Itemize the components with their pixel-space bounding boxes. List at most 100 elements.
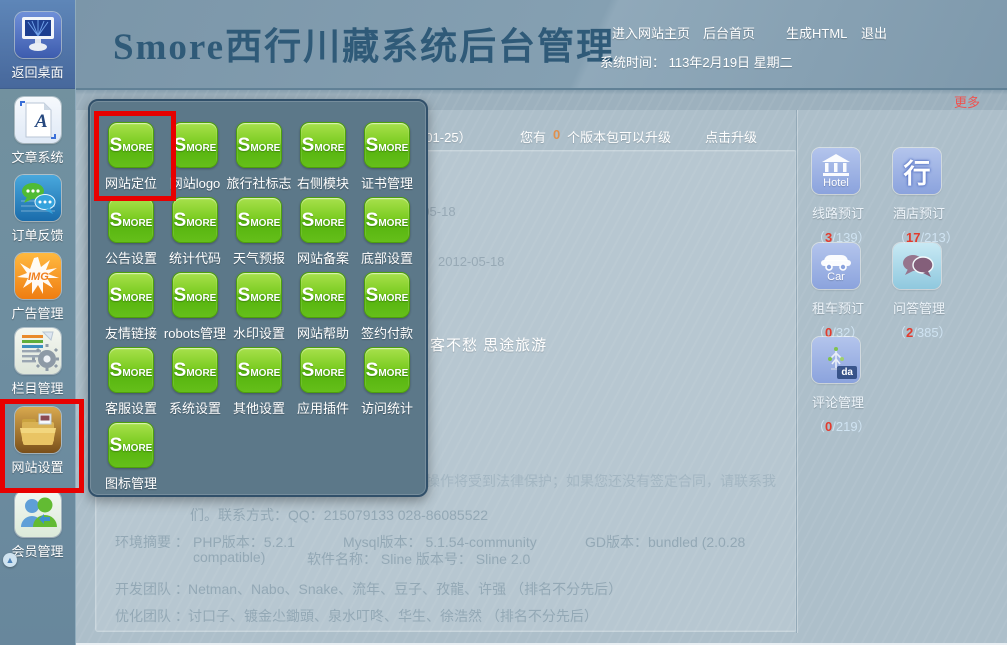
sidebar-item-site-settings[interactable]: 网站设置 [0, 407, 75, 476]
popup-tile-footer-settings[interactable]: SMORE 底部设置 [355, 197, 419, 272]
sidebar-collapse-button[interactable]: ▲ [3, 553, 17, 567]
right-panel-item-hotel-booking[interactable]: 行 酒店预订 （17/213） [893, 148, 973, 246]
count-total: /385） [913, 325, 951, 340]
smore-tile-icon: SMORE [172, 272, 218, 318]
upgrade-link[interactable]: 点击升级 [705, 127, 757, 146]
more-link[interactable]: 更多 [954, 92, 980, 111]
nav-backend-home[interactable]: 后台首页 [703, 23, 755, 42]
smore-tile-icon: SMORE [364, 197, 410, 243]
smore-brand-text: SMORE [366, 136, 409, 155]
popup-tile-stats-code[interactable]: SMORE统计代码 [163, 197, 227, 272]
car-icon: Car [812, 243, 860, 289]
sidebar-item-ads-management[interactable]: IMG 广告管理 [0, 253, 75, 322]
popup-tile-certificate-management[interactable]: SMORE 证书管理 [355, 122, 419, 197]
popup-tile-label: 系统设置 [169, 398, 221, 417]
sidebar-item-member-management[interactable]: 会员管理 [0, 491, 75, 560]
smore-brand-text: SMORE [110, 361, 153, 380]
system-time: 系统时间： 113年2月19日 星期二 [600, 52, 793, 71]
smore-brand-text: SMORE [366, 211, 409, 230]
sidebar-item-label: 返回桌面 [0, 62, 75, 81]
dev-team-names: Netman、Nabo、Snake、流年、豆子、孜龍、许强 （排名不分先后） [188, 579, 622, 599]
smore-tile-icon: SMORE [236, 347, 282, 393]
right-panel-item-route-booking[interactable]: Hotel 线路预订 （3/139） [812, 148, 892, 246]
smore-tile-icon: SMORE [300, 122, 346, 168]
popup-tile-label: 网站定位 [105, 173, 157, 192]
content-right-divider [797, 110, 798, 633]
legal-text-fragment: 的操作将受到法律保护；如果您还没有签定合同，请联系我 [412, 471, 776, 491]
popup-tile-site-help[interactable]: SMORE网站帮助 [291, 272, 355, 347]
smore-tile-icon: SMORE [172, 347, 218, 393]
popup-tile-site-logo[interactable]: SMORE网站logo [163, 122, 227, 197]
nav-logout[interactable]: 退出 [861, 23, 887, 42]
popup-tile-robots-management[interactable]: SMORErobots管理 [163, 272, 227, 347]
popup-tile-announcement-settings[interactable]: SMORE公告设置 [99, 197, 163, 272]
sidebar-item-article-system[interactable]: A 文章系统 [0, 97, 75, 166]
popup-tile-site-positioning[interactable]: SMORE网站定位 [99, 122, 163, 197]
smore-tile-icon: SMORE [108, 422, 154, 468]
sidebar-item-column-management[interactable]: 栏目管理 [0, 328, 75, 397]
right-panel-count: （2/385） [893, 322, 973, 341]
opt-team-label: 优化团队 ： [115, 606, 189, 626]
upgrade-text-suffix: 个版本包可以升级 [567, 127, 671, 146]
sidebar-item-order-feedback[interactable]: 订单反馈 [0, 175, 75, 244]
sidebar-item-label: 网站设置 [0, 457, 75, 476]
article-document-icon: A [15, 97, 61, 143]
opt-team-names: 讨口子、镀金尐鋤頭、泉水叮咚、华生、徐浩然 （排名不分先后） [188, 606, 598, 626]
nav-enter-site-home[interactable]: 进入网站主页 [612, 23, 690, 42]
smore-tile-icon: SMORE [172, 197, 218, 243]
popup-tile-customer-service-settings[interactable]: SMORE客服设置 [99, 347, 163, 422]
smore-tile-icon: SMORE [172, 122, 218, 168]
popup-tile-visit-stats[interactable]: SMORE访问统计 [355, 347, 419, 422]
right-panel-item-comment-management[interactable]: da 评论管理 （0/219） [812, 337, 892, 435]
popup-tile-other-settings[interactable]: SMORE其他设置 [227, 347, 291, 422]
popup-tile-app-plugins[interactable]: SMORE 应用插件 [291, 347, 355, 422]
smore-brand-text: SMORE [174, 286, 217, 305]
right-panel-label: 问答管理 [893, 298, 973, 317]
right-panel-item-qa-management[interactable]: 问答管理 （2/385） [893, 243, 973, 341]
collapse-arrow-icon: ▲ [6, 555, 15, 565]
popup-tile-label: 天气预报 [233, 248, 285, 267]
upgrade-count: 0 [553, 127, 560, 142]
smore-tile-icon: SMORE [300, 347, 346, 393]
folder-icon [15, 407, 61, 453]
smore-brand-text: SMORE [302, 136, 345, 155]
popup-tile-watermark-settings[interactable]: SMORE 水印设置 [227, 272, 291, 347]
smore-brand-text: SMORE [110, 436, 153, 455]
header: Smore西行川藏系统后台管理 进入网站主页 后台首页 生成HTML 退出 系统… [75, 0, 1007, 90]
smore-brand-text: SMORE [302, 286, 345, 305]
smore-brand-text: SMORE [238, 361, 281, 380]
count-open: （ [893, 325, 906, 340]
right-panel-item-car-rental[interactable]: Car 租车预订 （0/32） [812, 243, 892, 341]
popup-tile-label: 证书管理 [361, 173, 413, 192]
site-settings-popup: SMORE网站定位 SMORE网站logo SMORE旅行社标志 SMORE右侧… [88, 99, 428, 497]
smore-tile-icon: SMORE [364, 272, 410, 318]
smore-tile-icon: SMORE [300, 197, 346, 243]
sidebar-item-label: 广告管理 [0, 303, 75, 322]
popup-tile-travel-agency-mark[interactable]: SMORE旅行社标志 [227, 122, 291, 197]
popup-tile-system-settings[interactable]: SMORE 系统设置 [163, 347, 227, 422]
smore-tile-icon: SMORE [364, 347, 410, 393]
nav-generate-html[interactable]: 生成HTML [786, 23, 847, 42]
popup-tile-label: 公告设置 [105, 248, 157, 267]
popup-tile-site-icp[interactable]: SMORE 网站备案 [291, 197, 355, 272]
popup-tile-friend-links[interactable]: SMORE友情链接 [99, 272, 163, 347]
popup-tile-contract-payment[interactable]: SMORE签约付款 [355, 272, 419, 347]
popup-tile-label: 水印设置 [233, 323, 285, 342]
admin-backend-window: Smore西行川藏系统后台管理 进入网站主页 后台首页 生成HTML 退出 系统… [0, 0, 1007, 645]
smore-brand-text: SMORE [238, 136, 281, 155]
env-summary-label: 环境摘要 ： [115, 532, 189, 552]
smore-tile-icon: SMORE [236, 197, 282, 243]
popup-tile-label: 应用插件 [297, 398, 349, 417]
env-line2-right: 软件名称： Sline 版本号： Sline 2.0 [307, 549, 530, 569]
popup-tile-right-module[interactable]: SMORE右侧模块 [291, 122, 355, 197]
da-badge: da [837, 366, 857, 379]
smore-tile-icon: SMORE [108, 272, 154, 318]
sidebar-item-return-desktop[interactable]: 返回桌面 [0, 12, 75, 81]
popup-tile-label: 网站备案 [297, 248, 349, 267]
svg-text:A: A [34, 111, 48, 132]
popup-tile-label: 底部设置 [361, 248, 413, 267]
smore-tile-icon: SMORE [236, 272, 282, 318]
popup-tile-weather-forecast[interactable]: SMORE 天气预报 [227, 197, 291, 272]
hotel-building-icon: Hotel [812, 148, 860, 194]
popup-tile-icon-management[interactable]: SMORE图标管理 [99, 422, 163, 497]
